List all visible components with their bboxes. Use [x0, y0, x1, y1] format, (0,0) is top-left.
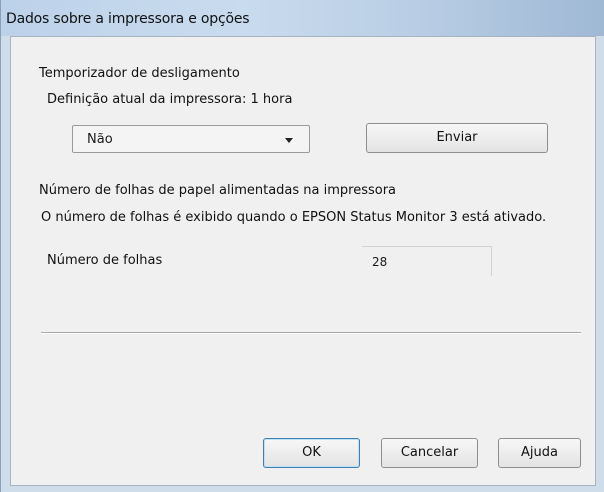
sheets-count-value: 28 — [372, 255, 388, 269]
chevron-down-icon — [285, 138, 293, 143]
separator — [41, 332, 581, 334]
current-printer-setting: Definição atual da impressora: 1 hora — [47, 92, 293, 107]
sheets-info-text: O número de folhas é exibido quando o EP… — [41, 210, 547, 225]
cancel-button[interactable]: Cancelar — [381, 438, 478, 468]
ok-button[interactable]: OK — [263, 438, 360, 468]
shutdown-timer-selected-value: Não — [87, 132, 113, 147]
sheets-count-field: 28 — [362, 246, 492, 276]
help-button[interactable]: Ajuda — [498, 438, 581, 468]
sheets-group-label: Número de folhas de papel alimentadas na… — [39, 183, 397, 198]
shutdown-timer-group-label: Temporizador de desligamento — [39, 66, 240, 81]
printer-options-dialog: Dados sobre a impressora e opções Tempor… — [0, 0, 604, 492]
shutdown-timer-select[interactable]: Não — [72, 125, 310, 153]
sheets-count-label: Número de folhas — [47, 253, 163, 268]
send-button[interactable]: Enviar — [366, 123, 548, 153]
window-title: Dados sobre a impressora e opções — [6, 11, 250, 27]
title-bar[interactable]: Dados sobre a impressora e opções — [1, 0, 604, 36]
